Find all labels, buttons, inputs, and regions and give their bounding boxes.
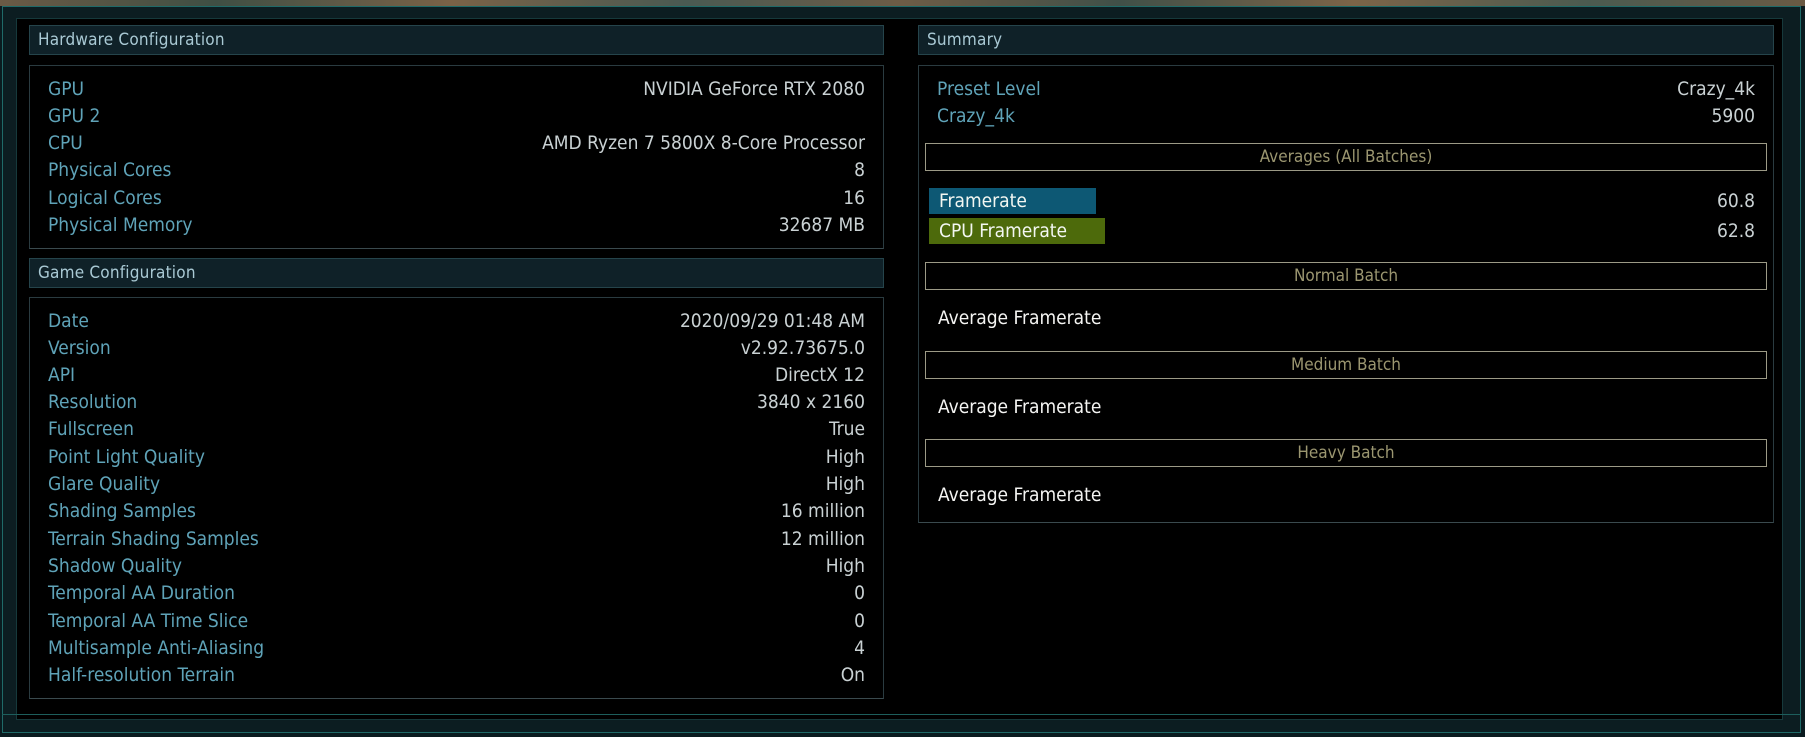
- row-value: 2020/09/29 01:48 AM: [679, 310, 865, 332]
- row-label: GPU: [48, 78, 85, 100]
- row-value: 0: [854, 582, 865, 604]
- framerate-value: 60.8: [1716, 190, 1755, 212]
- row-label: Version: [48, 337, 111, 359]
- row-label: Resolution: [48, 391, 138, 413]
- normal-batch-average-framerate: Average Framerate: [938, 307, 1102, 329]
- row-label: API: [48, 364, 76, 386]
- row-label: Point Light Quality: [48, 446, 205, 468]
- row-value: AMD Ryzen 7 5800X 8-Core Processor: [542, 132, 865, 154]
- hardware-row-logical-cores: Logical Cores 16: [48, 185, 865, 211]
- game-row-temporal-aa-duration: Temporal AA Duration 0: [48, 580, 865, 606]
- medium-batch-header: Medium Batch: [925, 351, 1767, 379]
- game-row-msaa: Multisample Anti-Aliasing 4: [48, 635, 865, 661]
- row-value: 12 million: [780, 528, 865, 550]
- game-row-half-resolution-terrain: Half-resolution Terrain On: [48, 662, 865, 688]
- hardware-row-cpu: CPU AMD Ryzen 7 5800X 8-Core Processor: [48, 130, 865, 156]
- game-row-temporal-aa-time-slice: Temporal AA Time Slice 0: [48, 608, 865, 634]
- row-value: 0: [854, 610, 865, 632]
- framerate-label: Framerate: [929, 188, 1096, 214]
- game-row-api: API DirectX 12: [48, 362, 865, 388]
- hardware-config-panel: GPU NVIDIA GeForce RTX 2080 GPU 2 CPU AM…: [29, 65, 884, 249]
- row-label: Fullscreen: [48, 418, 134, 440]
- game-row-fullscreen: Fullscreen True: [48, 416, 865, 442]
- row-label: GPU 2: [48, 105, 101, 127]
- row-label: Temporal AA Duration: [48, 582, 235, 604]
- row-value: 16 million: [780, 500, 865, 522]
- cpu-framerate-label: CPU Framerate: [929, 218, 1105, 244]
- medium-batch-average-framerate: Average Framerate: [938, 396, 1102, 418]
- game-row-date: Date 2020/09/29 01:48 AM: [48, 308, 865, 334]
- game-row-resolution: Resolution 3840 x 2160: [48, 389, 865, 415]
- row-label: Terrain Shading Samples: [48, 528, 259, 550]
- row-label: Preset Level: [937, 78, 1041, 100]
- row-label: Temporal AA Time Slice: [48, 610, 249, 632]
- averages-all-batches-header: Averages (All Batches): [925, 143, 1767, 171]
- row-value: DirectX 12: [774, 364, 865, 386]
- row-value: True: [828, 418, 865, 440]
- row-value: High: [825, 446, 865, 468]
- heavy-batch-header: Heavy Batch: [925, 439, 1767, 467]
- hardware-row-gpu: GPU NVIDIA GeForce RTX 2080: [48, 76, 865, 102]
- row-value: On: [840, 664, 865, 686]
- summary-panel: Preset Level Crazy_4k Crazy_4k 5900 Aver…: [918, 65, 1774, 523]
- row-value: 5900: [1711, 105, 1756, 127]
- game-row-terrain-shading-samples: Terrain Shading Samples 12 million: [48, 526, 865, 552]
- row-label: Glare Quality: [48, 473, 161, 495]
- row-label: CPU: [48, 132, 83, 154]
- game-row-glare-quality: Glare Quality High: [48, 471, 865, 497]
- row-label: Physical Cores: [48, 159, 172, 181]
- game-config-panel: Date 2020/09/29 01:48 AM Version v2.92.7…: [29, 297, 884, 699]
- heavy-batch-average-framerate: Average Framerate: [938, 484, 1102, 506]
- summary-row-score: Crazy_4k 5900: [937, 103, 1755, 129]
- row-value: 32687 MB: [778, 214, 865, 236]
- hardware-config-header: Hardware Configuration: [29, 25, 884, 55]
- row-value: NVIDIA GeForce RTX 2080: [643, 78, 865, 100]
- cpu-framerate-value: 62.8: [1716, 220, 1755, 242]
- hardware-row-physical-cores: Physical Cores 8: [48, 157, 865, 183]
- summary-header: Summary: [918, 25, 1774, 55]
- row-value: High: [825, 555, 865, 577]
- row-value: 16: [843, 187, 865, 209]
- row-label: Shading Samples: [48, 500, 196, 522]
- game-row-shadow-quality: Shadow Quality High: [48, 553, 865, 579]
- row-value: v2.92.73675.0: [740, 337, 865, 359]
- row-label: Logical Cores: [48, 187, 162, 209]
- row-label: Date: [48, 310, 89, 332]
- row-value: 8: [854, 159, 865, 181]
- row-label: Multisample Anti-Aliasing: [48, 637, 265, 659]
- game-row-point-light-quality: Point Light Quality High: [48, 444, 865, 470]
- window-bottom-edge: [2, 714, 1801, 715]
- row-value: Crazy_4k: [1677, 78, 1755, 100]
- row-label: Physical Memory: [48, 214, 193, 236]
- row-value: 3840 x 2160: [757, 391, 865, 413]
- game-row-shading-samples: Shading Samples 16 million: [48, 498, 865, 524]
- summary-row-preset-level: Preset Level Crazy_4k: [937, 76, 1755, 102]
- row-label: Half-resolution Terrain: [48, 664, 235, 686]
- row-value: 4: [854, 637, 865, 659]
- game-row-version: Version v2.92.73675.0: [48, 335, 865, 361]
- game-config-header: Game Configuration: [29, 258, 884, 288]
- hardware-row-gpu2: GPU 2: [48, 103, 865, 129]
- row-label: Shadow Quality: [48, 555, 182, 577]
- normal-batch-header: Normal Batch: [925, 262, 1767, 290]
- row-label: Crazy_4k: [937, 105, 1015, 127]
- hardware-row-physical-memory: Physical Memory 32687 MB: [48, 212, 865, 238]
- row-value: High: [825, 473, 865, 495]
